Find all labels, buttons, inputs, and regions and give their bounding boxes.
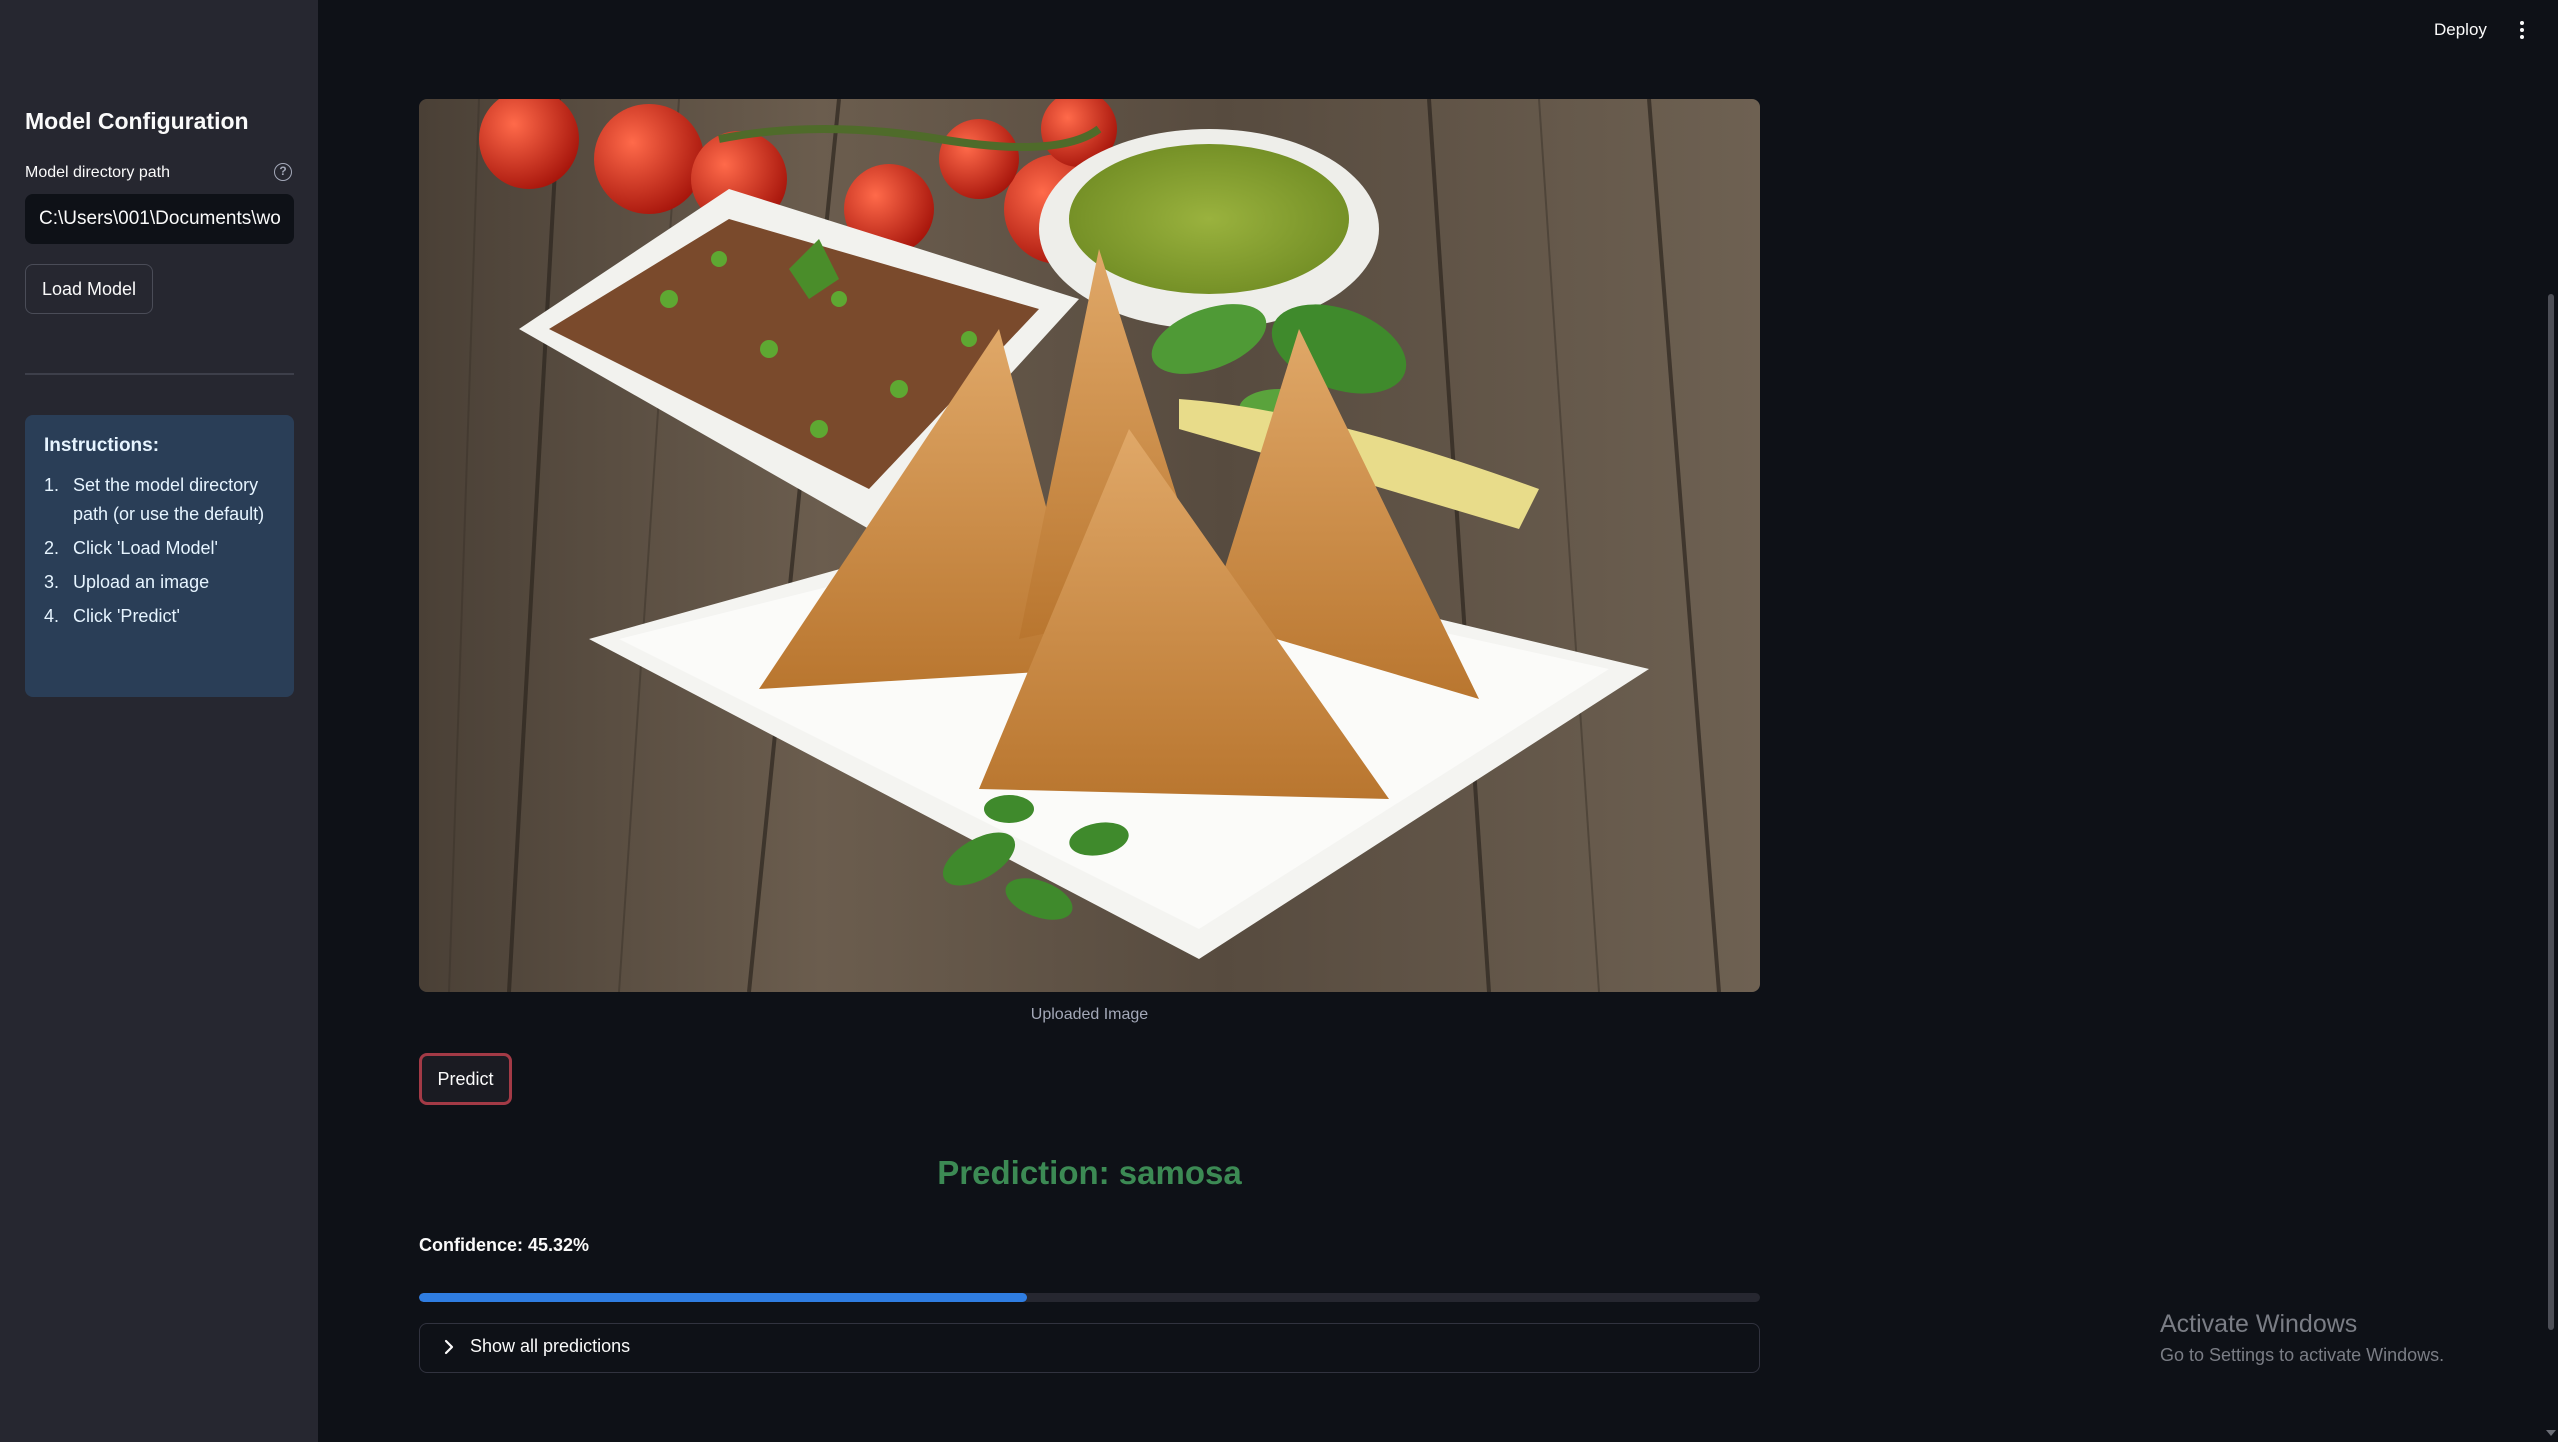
uploaded-image	[419, 99, 1760, 992]
scroll-down-arrow-icon[interactable]	[2546, 1430, 2556, 1436]
instruction-step-number: 1.	[44, 475, 60, 495]
model-path-label: Model directory path	[25, 164, 170, 181]
load-model-button[interactable]: Load Model	[25, 264, 153, 314]
instruction-step-text: Set the model directory path (or use the…	[73, 475, 265, 524]
instructions-list: 1. Set the model directory path (or use …	[44, 471, 275, 631]
instruction-step: 1. Set the model directory path (or use …	[44, 471, 275, 529]
instruction-step-number: 2.	[44, 538, 60, 558]
instructions-box: Instructions: 1. Set the model directory…	[25, 415, 294, 697]
prediction-result: Prediction: samosa	[937, 1154, 1242, 1191]
confidence-label: Confidence: 45.32%	[419, 1235, 590, 1255]
image-caption: Uploaded Image	[1030, 1006, 1149, 1023]
predict-button[interactable]: Predict	[419, 1053, 512, 1105]
instruction-step-text: Click 'Predict'	[73, 606, 180, 626]
question-circle-icon[interactable]: ?	[274, 163, 292, 181]
confidence-progress-bar	[419, 1293, 1760, 1302]
deploy-button[interactable]: Deploy	[2434, 20, 2487, 40]
sidebar-divider	[25, 373, 294, 375]
chevron-right-icon	[444, 1339, 454, 1355]
instruction-step-text: Upload an image	[73, 572, 210, 592]
show-all-predictions-expander[interactable]: Show all predictions	[419, 1323, 1760, 1373]
expander-label: Show all predictions	[470, 1336, 631, 1356]
instruction-step-number: 3.	[44, 572, 60, 592]
sidebar-title: Model Configuration	[25, 108, 249, 134]
instruction-step: 4. Click 'Predict'	[44, 602, 275, 631]
model-path-input[interactable]	[25, 194, 294, 244]
activate-windows-subtitle: Go to Settings to activate Windows.	[2160, 1345, 2445, 1365]
confidence-progress-fill	[419, 1293, 1027, 1302]
instruction-step: 2. Click 'Load Model'	[44, 534, 275, 563]
sidebar: Model Configuration Model directory path…	[0, 0, 318, 1442]
instruction-step-text: Click 'Load Model'	[73, 538, 218, 558]
instruction-step: 3. Upload an image	[44, 568, 275, 597]
vertical-ellipsis-icon[interactable]	[2512, 21, 2532, 43]
scrollbar[interactable]	[2548, 294, 2554, 1330]
activate-windows-title: Activate Windows	[2160, 1310, 2358, 1338]
instructions-title: Instructions:	[44, 435, 160, 456]
instruction-step-number: 4.	[44, 606, 60, 626]
